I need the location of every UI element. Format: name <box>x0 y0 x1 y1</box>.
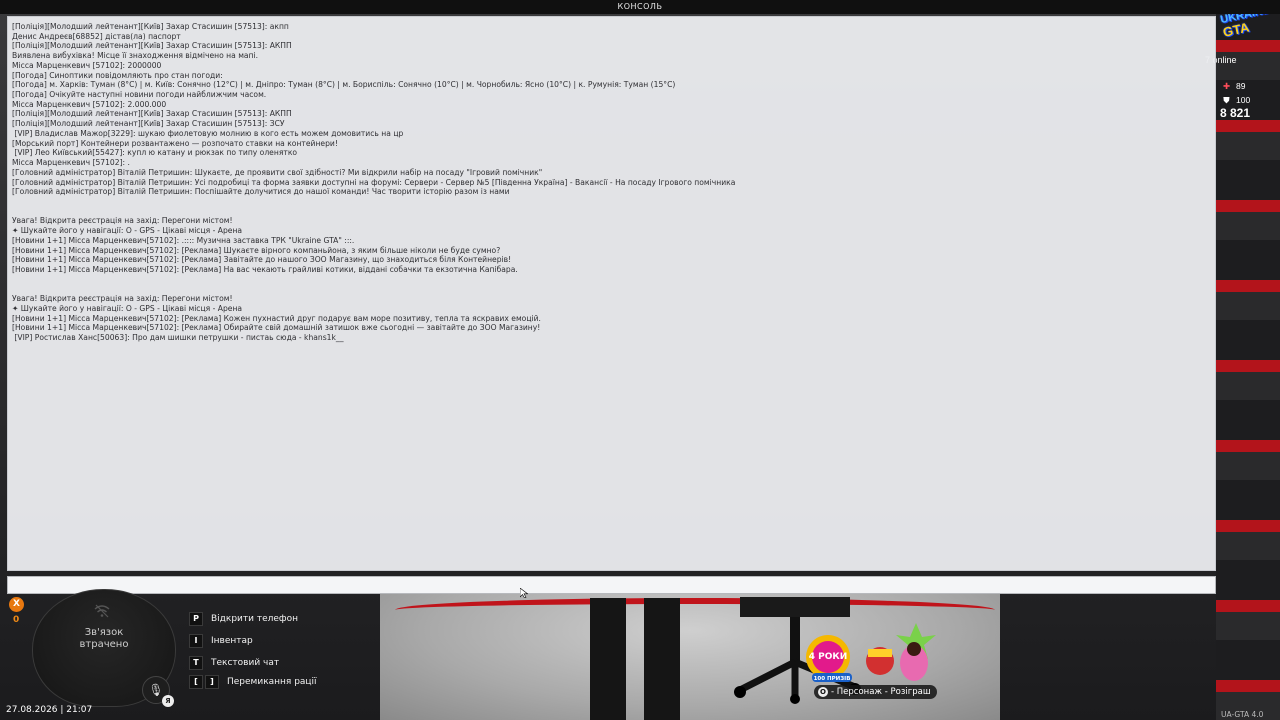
console-line: [Головний адміністратор] Віталій Петриши… <box>12 167 543 177</box>
console-line: [Новини 1+1] Місса Марценкевич[57102]: .… <box>12 235 355 245</box>
key-bracket-left: [ <box>189 675 203 689</box>
console-line: [VIP] Владислав Мажор[3229]: шукаю фиоле… <box>12 128 404 138</box>
signal-lost-text: Зв'язок втрачено <box>79 627 129 650</box>
mouse-cursor-icon <box>520 588 528 598</box>
console-line: Місса Марценкевич [57102]: 2000000 <box>12 60 162 70</box>
anniversary-promo-banner[interactable]: 4 РОКИ 100 ПРИЗІВ <box>804 615 938 685</box>
console-line: [Морський порт] Контейнери розвантажено … <box>12 138 338 148</box>
hint-radio-label: Перемикання рації <box>227 677 317 687</box>
console-line: Увага! Відкрита реєстрація на захід: Пер… <box>12 294 233 304</box>
no-signal-icon <box>94 604 110 618</box>
hint-phone: P Відкрити телефон <box>189 612 298 626</box>
console-line: [Новини 1+1] Місса Марценкевич[57102]: [… <box>12 323 541 333</box>
key-i: I <box>189 634 203 648</box>
console-line: [Поліція][Молодший лейтенант][Київ] Заха… <box>12 22 289 31</box>
hint-inventory: I Інвентар <box>189 634 253 648</box>
shield-icon: ⛊ <box>1223 95 1230 105</box>
console-line: ✦ Шукайте його у навігації: O - GPS - Ці… <box>12 226 243 236</box>
console-line: [VIP] Ростислав Ханс[50063]: Про дам шиш… <box>12 333 344 342</box>
key-p: P <box>189 612 203 626</box>
console-line: [Поліція][Молодший лейтенант][Київ] Заха… <box>12 41 292 51</box>
hint-chat: T Текстовий чат <box>189 656 279 670</box>
x-count: 0 <box>13 615 20 625</box>
hint-phone-label: Відкрити телефон <box>211 614 299 624</box>
health-value: 89 <box>1236 81 1246 91</box>
health-stat: ✚ 89 <box>1222 81 1246 92</box>
x-badge-icon: X <box>9 597 24 612</box>
console-input[interactable] <box>7 576 1216 594</box>
version-label: UA-GTA 4.0 <box>1221 710 1264 719</box>
promo-prizes-text: 100 ПРИЗІВ <box>814 676 851 682</box>
console-line: [Поліція][Молодший лейтенант][Київ] Заха… <box>12 119 285 129</box>
hint-chat-label: Текстовий чат <box>211 658 280 668</box>
console-line: [Новини 1+1] Місса Марценкевич[57102]: [… <box>12 313 541 323</box>
console-line: [Новини 1+1] Місса Марценкевич[57102]: [… <box>12 255 512 265</box>
key-t: T <box>189 656 203 670</box>
console-line: Місса Марценкевич [57102]: . <box>12 158 130 168</box>
console-panel: [Поліція][Молодший лейтенант][Київ] Заха… <box>7 16 1216 571</box>
key-bracket-right: ] <box>205 675 219 689</box>
console-line: Увага! Відкрита реєстрація на захід: Пер… <box>12 216 233 226</box>
hint-inventory-label: Інвентар <box>211 636 253 646</box>
datetime: 27.08.2026 | 21:07 <box>6 705 93 715</box>
console-line: [Головний адміністратор] Віталій Петриши… <box>12 177 736 187</box>
console-log[interactable]: [Поліція][Молодший лейтенант][Київ] Заха… <box>12 22 1202 562</box>
console-line: [VIP] Лео Київський[55427]: купл ю катан… <box>12 148 298 158</box>
promo-badge-text: 4 РОКИ <box>809 652 848 662</box>
key-o: O <box>818 687 828 697</box>
console-line: [Новини 1+1] Місса Марценкевич[57102]: [… <box>12 264 518 274</box>
console-line: [Погода] Очікуйте наступні новини погоди… <box>12 90 267 100</box>
console-line: Денис Андреєв[68852] дістав(ла) паспорт <box>12 31 181 41</box>
console-line: [Погода] Синоптики повідомляють про стан… <box>12 70 223 80</box>
console-line: ✦ Шукайте його у навігації: O - GPS - Ці… <box>12 303 243 313</box>
money-value: 8 821 <box>1220 106 1251 120</box>
armor-value: 100 <box>1236 95 1251 105</box>
language-badge: Я <box>162 695 174 707</box>
console-title: КОНСОЛЬ <box>0 0 1280 14</box>
console-line: [Новини 1+1] Місса Марценкевич[57102]: [… <box>12 245 501 255</box>
hint-radio: [] Перемикання рації <box>189 675 317 689</box>
promo-label-text: - Персонаж - Розіграш <box>831 687 931 697</box>
console-line: Виявлена вибухівка! Місце її знаходження… <box>12 51 259 61</box>
console-line: [Погода] м. Харків: Туман (8°C) | м. Киї… <box>12 80 676 90</box>
promo-label[interactable]: O- Персонаж - Розіграш <box>814 685 937 699</box>
console-line: [Головний адміністратор] Віталій Петриши… <box>12 187 510 197</box>
health-icon: ✚ <box>1222 81 1231 91</box>
armor-stat: ⛊ 100 <box>1222 95 1250 106</box>
console-line: Місса Марценкевич [57102]: 2.000.000 <box>12 99 167 109</box>
character-legs <box>590 598 680 720</box>
console-line: [Поліція][Молодший лейтенант][Київ] Заха… <box>12 109 292 119</box>
